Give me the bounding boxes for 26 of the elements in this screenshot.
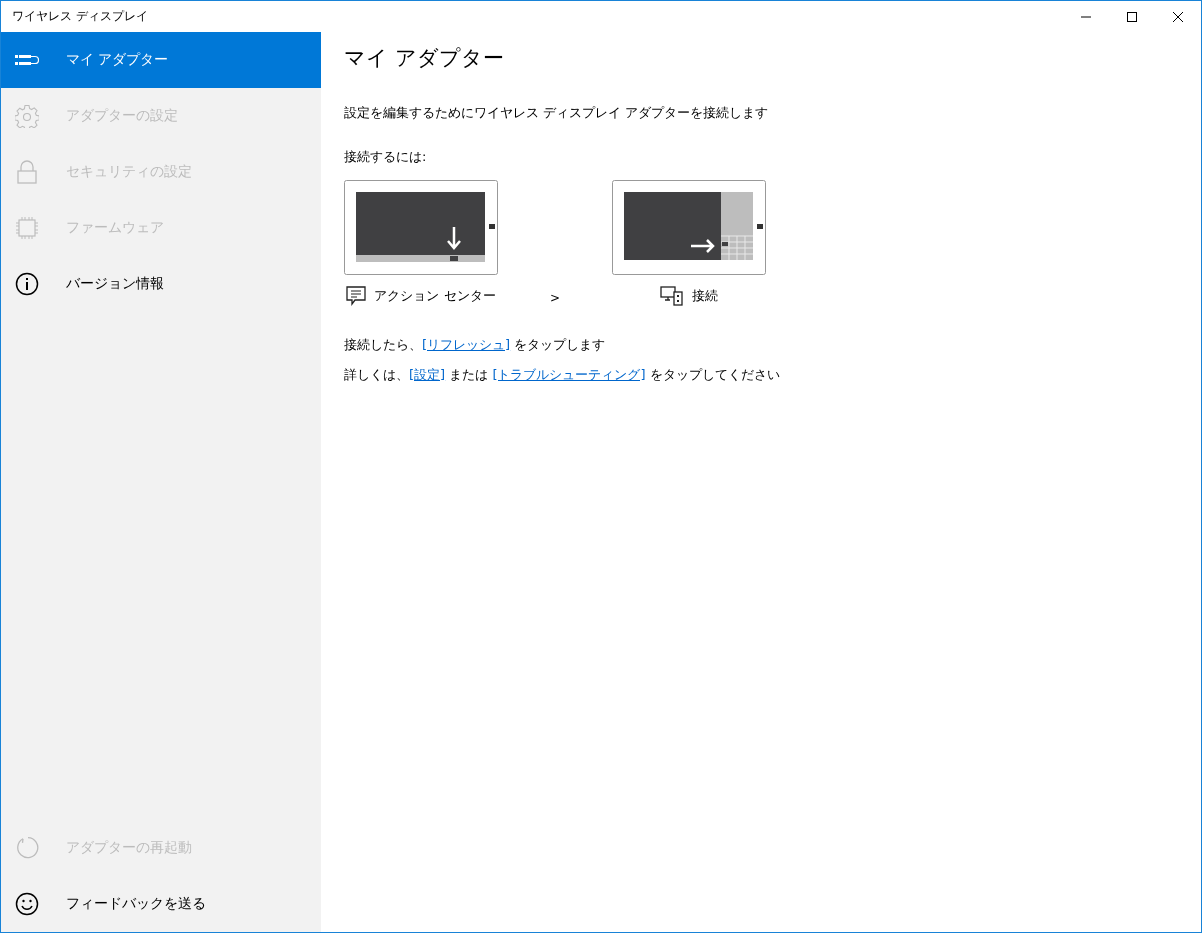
adapter-icon [15, 54, 39, 66]
message-icon [346, 286, 367, 306]
step-label: 接続 [692, 287, 719, 305]
chip-icon [15, 216, 39, 240]
devices-icon [660, 286, 685, 306]
settings-icon [15, 104, 39, 128]
window-title: ワイヤレス ディスプレイ [11, 8, 148, 25]
step-separator: > [550, 291, 561, 305]
nav-item[interactable]: マイ アダプター [1, 32, 321, 88]
page-heading: マイ アダプター [344, 45, 505, 72]
intro-text: 設定を編集するためにワイヤレス ディスプレイ アダプターを接続します [344, 104, 770, 122]
smiley-icon [15, 892, 39, 916]
info-icon [15, 272, 39, 296]
link[interactable]: [トラブルシューティング] [492, 367, 646, 382]
nav-item[interactable]: フィードバックを送る [1, 876, 321, 932]
instruction-sentence: 詳しくは、[設定] または [トラブルシューティング] をタップしてください [344, 366, 781, 384]
link[interactable]: [設定] [409, 367, 446, 382]
close-icon [1173, 11, 1183, 22]
instructions-label: 接続するには: [344, 148, 428, 166]
nav-item[interactable]: バージョン情報 [1, 256, 321, 312]
lock-icon [15, 160, 39, 184]
link[interactable]: [リフレッシュ] [422, 337, 511, 352]
maximize-icon [1127, 11, 1137, 22]
instruction-sentence: 接続したら、[リフレッシュ] をタップします [344, 336, 607, 354]
step-label: アクション センター [374, 287, 496, 305]
restart-icon [15, 836, 39, 860]
